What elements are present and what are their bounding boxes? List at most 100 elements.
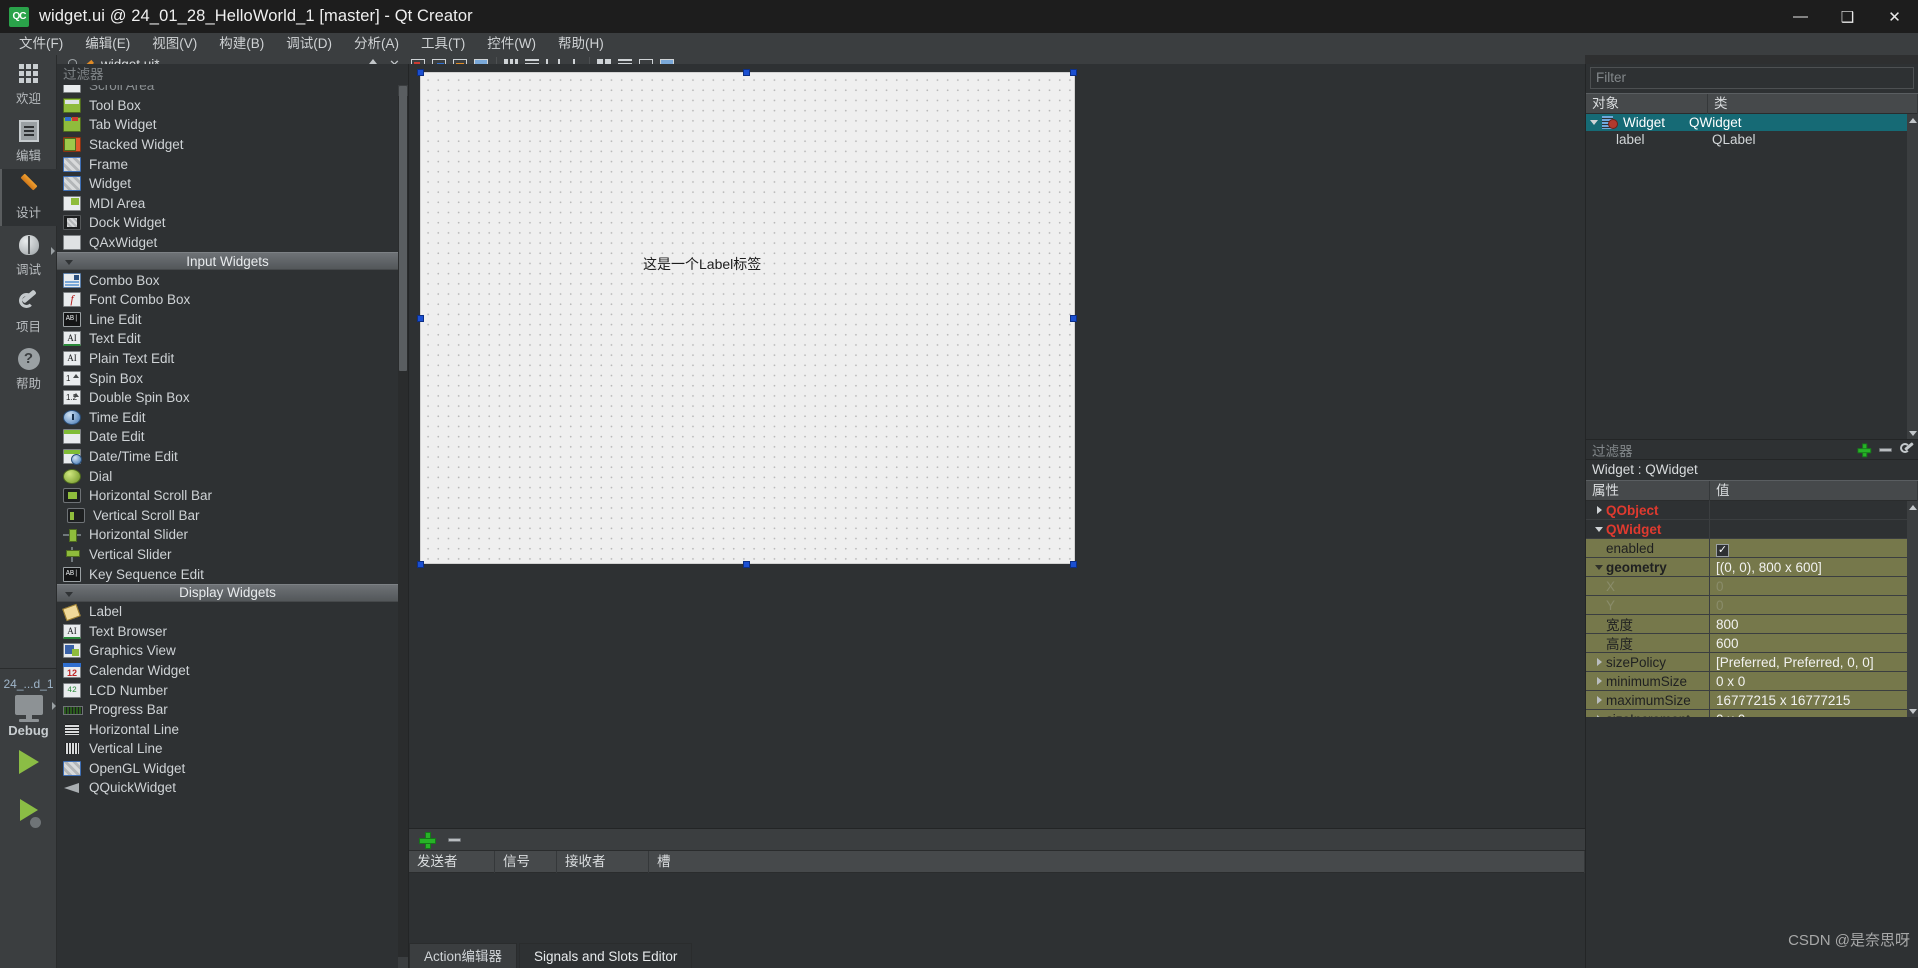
property-row-qobject[interactable]: QObject xyxy=(1586,501,1918,520)
widget-item-tab-widget[interactable]: Tab Widget xyxy=(57,115,398,135)
resize-handle-top-center[interactable] xyxy=(743,69,750,76)
widget-item-text-edit[interactable]: AΙ Text Edit xyxy=(57,329,398,349)
property-scrollbar[interactable] xyxy=(1907,501,1918,717)
widget-item-qaxwidget[interactable]: QAxWidget xyxy=(57,233,398,253)
column-value[interactable]: 值 xyxy=(1710,481,1918,501)
resize-handle-mid-left[interactable] xyxy=(417,315,424,322)
property-value-cell[interactable]: 0 xyxy=(1710,596,1918,615)
property-row--[interactable]: 高度 600 xyxy=(1586,633,1918,653)
property-value-cell[interactable] xyxy=(1710,520,1918,539)
widget-item-progress-bar[interactable]: Progress Bar xyxy=(57,700,398,720)
property-filter-input[interactable]: 过滤器 xyxy=(1586,440,1852,460)
add-connection-icon[interactable] xyxy=(419,832,436,849)
property-value-cell[interactable]: ✓ xyxy=(1710,539,1918,558)
widget-category-header[interactable]: Display Widgets xyxy=(57,583,398,602)
resize-handle-bottom-center[interactable] xyxy=(743,561,750,568)
widget-item-lcd-number[interactable]: 42 LCD Number xyxy=(57,680,398,700)
column-property[interactable]: 属性 xyxy=(1586,481,1710,501)
menu-analyze[interactable]: 分析(A) xyxy=(343,33,410,55)
chevron-right-icon[interactable] xyxy=(1592,658,1606,666)
mode-projects[interactable]: 项目 xyxy=(0,283,57,340)
widget-item-dial[interactable]: Dial xyxy=(57,466,398,486)
mode-welcome[interactable]: 欢迎 xyxy=(0,55,57,112)
property-row--[interactable]: 宽度 800 xyxy=(1586,614,1918,634)
widget-item-horizontal-scroll-bar[interactable]: Horizontal Scroll Bar xyxy=(57,486,398,506)
chevron-right-icon[interactable] xyxy=(1592,696,1606,704)
widget-item-line-edit[interactable]: AB| Line Edit xyxy=(57,310,398,330)
scroll-up-icon[interactable] xyxy=(1907,114,1918,126)
widget-item-mdi-area[interactable]: MDI Area xyxy=(57,194,398,214)
widget-item-horizontal-line[interactable]: Horizontal Line xyxy=(57,719,398,739)
menu-build[interactable]: 构建(B) xyxy=(208,33,275,55)
chevron-down-icon[interactable] xyxy=(1592,526,1606,532)
property-row-geometry[interactable]: geometry [(0, 0), 800 x 600] xyxy=(1586,557,1918,577)
widget-item-date-edit[interactable]: Date Edit xyxy=(57,427,398,447)
add-property-button[interactable] xyxy=(1852,440,1874,460)
mode-design[interactable]: 设计 xyxy=(0,169,57,226)
checkbox[interactable]: ✓ xyxy=(1716,543,1729,557)
menu-edit[interactable]: 编辑(E) xyxy=(74,33,141,55)
widget-item-dock-widget[interactable]: Dock Widget xyxy=(57,213,398,233)
widget-item-stacked-widget[interactable]: Stacked Widget xyxy=(57,135,398,155)
widget-box-scrollbar[interactable] xyxy=(398,85,408,968)
designed-form[interactable]: 这是一个Label标签 xyxy=(420,72,1075,564)
menu-tools[interactable]: 工具(T) xyxy=(410,33,476,55)
chevron-down-icon[interactable] xyxy=(65,260,73,266)
configure-button[interactable] xyxy=(1896,440,1918,460)
form-canvas[interactable]: 这是一个Label标签 xyxy=(409,64,1585,810)
widget-box-list[interactable]: Scroll Area Tool Box Tab Widget Stacked Wid… xyxy=(57,85,398,968)
object-filter-input[interactable]: Filter xyxy=(1590,67,1914,89)
widget-item-date-time-edit[interactable]: Date/Time Edit xyxy=(57,447,398,467)
column-signal[interactable]: 信号 xyxy=(495,850,557,873)
property-value-cell[interactable]: 800 xyxy=(1710,615,1918,634)
widget-item-text-browser[interactable]: AΙ Text Browser xyxy=(57,621,398,641)
mode-help[interactable]: ? 帮助 xyxy=(0,340,57,397)
property-row-minimumsize[interactable]: minimumSize 0 x 0 xyxy=(1586,671,1918,691)
widget-box-filter-input[interactable]: 过滤器 xyxy=(57,64,408,85)
chevron-right-icon[interactable] xyxy=(1592,715,1606,717)
widget-item-combo-box[interactable]: Combo Box xyxy=(57,270,398,290)
property-row-y[interactable]: Y0 xyxy=(1586,595,1918,615)
column-class[interactable]: 类 xyxy=(1708,94,1918,114)
signals-slots-body[interactable] xyxy=(409,873,1585,947)
resize-handle-mid-right[interactable] xyxy=(1070,315,1077,322)
kit-target-selector[interactable]: Debug xyxy=(0,693,57,738)
column-object[interactable]: 对象 xyxy=(1586,94,1708,114)
menu-widgets[interactable]: 控件(W) xyxy=(476,33,547,55)
property-value-cell[interactable] xyxy=(1710,501,1918,520)
chevron-down-icon[interactable] xyxy=(1592,564,1606,570)
scrollbar-thumb[interactable] xyxy=(399,86,407,371)
debug-button[interactable] xyxy=(0,786,57,834)
tab-action-editor[interactable]: Action编辑器 xyxy=(409,943,518,968)
column-slot[interactable]: 槽 xyxy=(649,850,1585,873)
property-value-cell[interactable]: 0 xyxy=(1710,577,1918,596)
widget-item-double-spin-box[interactable]: 1.2 Double Spin Box xyxy=(57,388,398,408)
property-value-cell[interactable]: 0 x 0 xyxy=(1710,672,1918,691)
property-value-cell[interactable]: [Preferred, Preferred, 0, 0] xyxy=(1710,653,1918,672)
widget-item-tool-box[interactable]: Tool Box xyxy=(57,96,398,116)
menu-debug[interactable]: 调试(D) xyxy=(275,33,343,55)
widget-item-time-edit[interactable]: Time Edit xyxy=(57,408,398,428)
chevron-right-icon[interactable] xyxy=(1592,677,1606,685)
property-row-sizepolicy[interactable]: sizePolicy [Preferred, Preferred, 0, 0] xyxy=(1586,652,1918,672)
object-inspector-tree[interactable]: Widget QWidget label QLabel xyxy=(1586,114,1918,439)
widget-item-vertical-scroll-bar[interactable]: Vertical Scroll Bar xyxy=(57,505,398,525)
property-editor-rows[interactable]: QObject QWidget enabled ✓ geometry [(0, 0), 8… xyxy=(1586,501,1918,717)
widget-item-vertical-slider[interactable]: Vertical Slider xyxy=(57,545,398,565)
tree-row-label[interactable]: label QLabel xyxy=(1586,131,1918,148)
property-row-x[interactable]: X0 xyxy=(1586,576,1918,596)
widget-item-graphics-view[interactable]: Graphics View xyxy=(57,641,398,661)
widget-item-calendar-widget[interactable]: 12 Calendar Widget xyxy=(57,661,398,681)
chevron-right-icon[interactable] xyxy=(1592,506,1606,514)
widget-item-frame[interactable]: Frame xyxy=(57,154,398,174)
column-sender[interactable]: 发送者 xyxy=(409,850,495,873)
scroll-down-icon[interactable] xyxy=(398,957,408,968)
widget-item-label[interactable]: Label xyxy=(57,602,398,622)
property-value-cell[interactable]: 600 xyxy=(1710,634,1918,653)
property-row-qwidget[interactable]: QWidget xyxy=(1586,519,1918,539)
property-value-cell[interactable]: 16777215 x 16777215 xyxy=(1710,691,1918,710)
scroll-up-icon[interactable] xyxy=(1907,501,1918,513)
widget-item-horizontal-slider[interactable]: Horizontal Slider xyxy=(57,525,398,545)
widget-item-scroll-area[interactable]: Scroll Area xyxy=(57,85,398,96)
chevron-down-icon[interactable] xyxy=(65,591,73,597)
